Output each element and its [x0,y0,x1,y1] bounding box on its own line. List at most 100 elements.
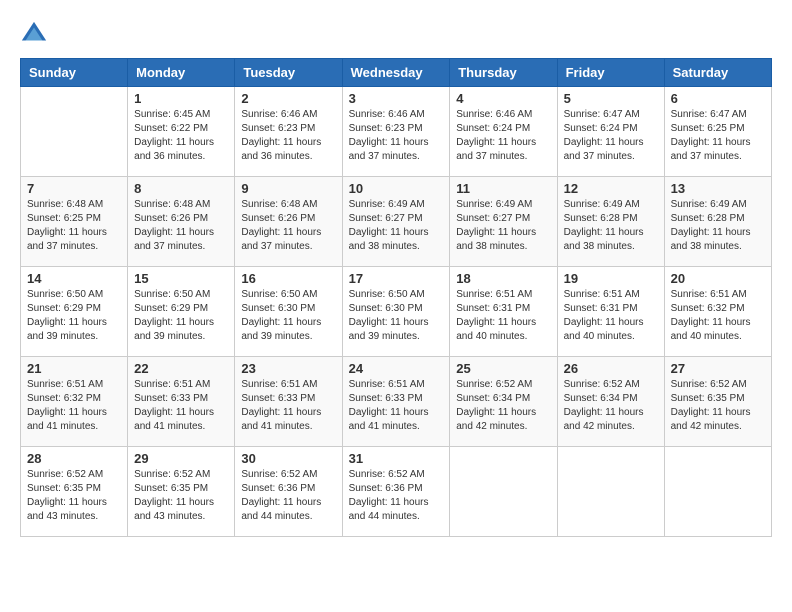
calendar-cell: 25Sunrise: 6:52 AM Sunset: 6:34 PM Dayli… [450,357,557,447]
day-number: 22 [134,361,228,376]
calendar-cell: 29 Sunrise: 6:52 AM Sunset: 6:35 PM Dayli… [128,447,235,537]
calendar-cell: 26 Sunrise: 6:52 AM Sunset: 6:34 PM Dayli… [557,357,664,447]
calendar-cell: 16 Sunrise: 6:50 AM Sunset: 6:30 PM Dayli… [235,267,342,357]
calendar-cell: 5 Sunrise: 6:47 AM Sunset: 6:24 PM Daylig… [557,87,664,177]
day-info: Sunrise: 6:50 AM Sunset: 6:29 PM Dayligh… [134,288,228,344]
day-number: 31 [349,451,444,466]
day-number: 17 [349,271,444,286]
day-info: Sunrise: 6:48 AM Sunset: 6:25 PM Dayligh… [27,198,121,254]
calendar-cell: 31 Sunrise: 6:52 AM Sunset: 6:36 PM Dayli… [342,447,450,537]
day-info: Sunrise: 6:51 AM Sunset: 6:33 PM Dayligh… [349,378,444,434]
calendar-cell: 2 Sunrise: 6:46 AM Sunset: 6:23 PM Daylig… [235,87,342,177]
day-info: Sunrise: 6:52 AM Sunset: 6:35 PM Dayligh… [134,468,228,524]
day-info: Sunrise: 6:51 AM Sunset: 6:33 PM Dayligh… [241,378,335,434]
day-number: 5 [564,91,658,106]
calendar-cell: 3 Sunrise: 6:46 AM Sunset: 6:23 PM Daylig… [342,87,450,177]
calendar-cell: 19 Sunrise: 6:51 AM Sunset: 6:31 PM Dayli… [557,267,664,357]
calendar-week-row: 1 Sunrise: 6:45 AM Sunset: 6:22 PM Daylig… [21,87,772,177]
day-info: Sunrise: 6:52 AM Sunset: 6:34 PM Dayligh… [564,378,658,434]
calendar-cell: 4 Sunrise: 6:46 AM Sunset: 6:24 PM Daylig… [450,87,557,177]
calendar-cell: 12Sunrise: 6:49 AM Sunset: 6:28 PM Dayli… [557,177,664,267]
calendar-cell: 21 Sunrise: 6:51 AM Sunset: 6:32 PM Dayli… [21,357,128,447]
day-number: 2 [241,91,335,106]
day-number: 12 [564,181,658,196]
day-number: 28 [27,451,121,466]
day-info: Sunrise: 6:48 AM Sunset: 6:26 PM Dayligh… [241,198,335,254]
calendar-cell: 18 Sunrise: 6:51 AM Sunset: 6:31 PM Dayli… [450,267,557,357]
day-number: 19 [564,271,658,286]
calendar-cell: 15 Sunrise: 6:50 AM Sunset: 6:29 PM Dayli… [128,267,235,357]
day-number: 3 [349,91,444,106]
calendar-cell: 9Sunrise: 6:48 AM Sunset: 6:26 PM Daylig… [235,177,342,267]
day-info: Sunrise: 6:48 AM Sunset: 6:26 PM Dayligh… [134,198,228,254]
day-number: 14 [27,271,121,286]
day-number: 8 [134,181,228,196]
day-info: Sunrise: 6:49 AM Sunset: 6:27 PM Dayligh… [349,198,444,254]
calendar-cell [21,87,128,177]
weekday-header: Tuesday [235,59,342,87]
calendar-cell: 20 Sunrise: 6:51 AM Sunset: 6:32 PM Dayli… [664,267,771,357]
day-info: Sunrise: 6:50 AM Sunset: 6:30 PM Dayligh… [349,288,444,344]
calendar-week-row: 7Sunrise: 6:48 AM Sunset: 6:25 PM Daylig… [21,177,772,267]
calendar-cell: 7Sunrise: 6:48 AM Sunset: 6:25 PM Daylig… [21,177,128,267]
day-number: 24 [349,361,444,376]
day-info: Sunrise: 6:52 AM Sunset: 6:35 PM Dayligh… [671,378,765,434]
day-info: Sunrise: 6:47 AM Sunset: 6:25 PM Dayligh… [671,108,765,164]
calendar-cell: 22 Sunrise: 6:51 AM Sunset: 6:33 PM Dayli… [128,357,235,447]
day-number: 20 [671,271,765,286]
logo-icon [20,20,48,48]
day-info: Sunrise: 6:52 AM Sunset: 6:35 PM Dayligh… [27,468,121,524]
day-number: 16 [241,271,335,286]
day-number: 18 [456,271,550,286]
day-number: 30 [241,451,335,466]
calendar-table: SundayMondayTuesdayWednesdayThursdayFrid… [20,58,772,537]
calendar-cell [450,447,557,537]
day-info: Sunrise: 6:50 AM Sunset: 6:29 PM Dayligh… [27,288,121,344]
weekday-header: Friday [557,59,664,87]
logo [20,20,50,48]
calendar-cell: 27 Sunrise: 6:52 AM Sunset: 6:35 PM Dayli… [664,357,771,447]
calendar-cell: 13Sunrise: 6:49 AM Sunset: 6:28 PM Dayli… [664,177,771,267]
day-info: Sunrise: 6:51 AM Sunset: 6:31 PM Dayligh… [456,288,550,344]
day-number: 13 [671,181,765,196]
calendar-cell: 30 Sunrise: 6:52 AM Sunset: 6:36 PM Dayli… [235,447,342,537]
day-number: 4 [456,91,550,106]
day-info: Sunrise: 6:51 AM Sunset: 6:32 PM Dayligh… [27,378,121,434]
day-number: 10 [349,181,444,196]
day-number: 26 [564,361,658,376]
day-info: Sunrise: 6:52 AM Sunset: 6:34 PM Dayligh… [456,378,550,434]
calendar-cell: 23Sunrise: 6:51 AM Sunset: 6:33 PM Dayli… [235,357,342,447]
calendar-cell: 1 Sunrise: 6:45 AM Sunset: 6:22 PM Daylig… [128,87,235,177]
day-info: Sunrise: 6:49 AM Sunset: 6:27 PM Dayligh… [456,198,550,254]
calendar-week-row: 14 Sunrise: 6:50 AM Sunset: 6:29 PM Dayli… [21,267,772,357]
day-number: 27 [671,361,765,376]
page-header [20,20,772,48]
day-info: Sunrise: 6:51 AM Sunset: 6:32 PM Dayligh… [671,288,765,344]
day-info: Sunrise: 6:51 AM Sunset: 6:31 PM Dayligh… [564,288,658,344]
weekday-header: Sunday [21,59,128,87]
calendar-cell: 6Sunrise: 6:47 AM Sunset: 6:25 PM Daylig… [664,87,771,177]
calendar-cell: 8 Sunrise: 6:48 AM Sunset: 6:26 PM Daylig… [128,177,235,267]
calendar-header-row: SundayMondayTuesdayWednesdayThursdayFrid… [21,59,772,87]
day-info: Sunrise: 6:45 AM Sunset: 6:22 PM Dayligh… [134,108,228,164]
weekday-header: Thursday [450,59,557,87]
day-number: 1 [134,91,228,106]
calendar-cell [664,447,771,537]
day-info: Sunrise: 6:51 AM Sunset: 6:33 PM Dayligh… [134,378,228,434]
day-info: Sunrise: 6:46 AM Sunset: 6:23 PM Dayligh… [349,108,444,164]
weekday-header: Wednesday [342,59,450,87]
day-info: Sunrise: 6:52 AM Sunset: 6:36 PM Dayligh… [241,468,335,524]
calendar-week-row: 21 Sunrise: 6:51 AM Sunset: 6:32 PM Dayli… [21,357,772,447]
day-info: Sunrise: 6:50 AM Sunset: 6:30 PM Dayligh… [241,288,335,344]
day-number: 21 [27,361,121,376]
calendar-week-row: 28 Sunrise: 6:52 AM Sunset: 6:35 PM Dayli… [21,447,772,537]
calendar-cell [557,447,664,537]
day-number: 15 [134,271,228,286]
day-info: Sunrise: 6:52 AM Sunset: 6:36 PM Dayligh… [349,468,444,524]
weekday-header: Monday [128,59,235,87]
day-number: 29 [134,451,228,466]
day-info: Sunrise: 6:46 AM Sunset: 6:23 PM Dayligh… [241,108,335,164]
day-info: Sunrise: 6:47 AM Sunset: 6:24 PM Dayligh… [564,108,658,164]
day-info: Sunrise: 6:46 AM Sunset: 6:24 PM Dayligh… [456,108,550,164]
calendar-cell: 17 Sunrise: 6:50 AM Sunset: 6:30 PM Dayli… [342,267,450,357]
